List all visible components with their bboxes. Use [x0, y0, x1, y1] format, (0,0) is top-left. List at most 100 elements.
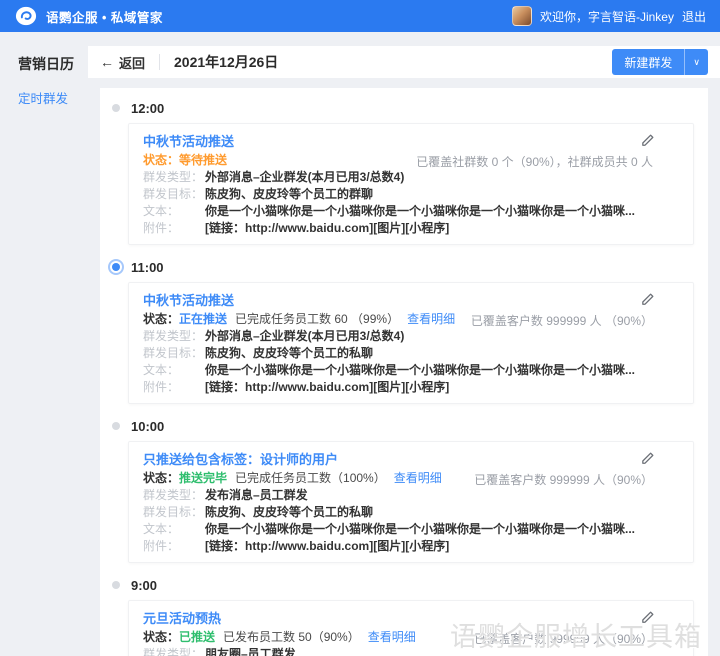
toolbar-divider [159, 54, 160, 70]
timeline-entry: 12:00 中秋节活动推送 状态：等待推送 已覆盖社群数 0 个（90%），社群… [100, 98, 708, 245]
detail-label: 附件： [143, 220, 205, 237]
timeline-dot-icon [112, 422, 120, 430]
bulk-send-card: 中秋节活动推送 状态：正在推送 已完成任务员工数 60 （99%） 查看明细 已… [128, 282, 694, 404]
edit-pencil-icon[interactable] [640, 133, 655, 148]
bulk-send-card: 元旦活动预热 状态：已推送 已发布员工数 50（90%） 查看明细 已覆盖客户数… [128, 600, 694, 656]
detail-row: 群发类型：外部消息–企业群发(本月已用3/总数4) [143, 169, 679, 186]
detail-value: 陈皮狗、皮皮玲等个员工的群聊 [205, 186, 373, 203]
status-value: 等待推送 [179, 153, 227, 167]
time-row: 11:00 [100, 257, 708, 277]
user-avatar[interactable] [512, 6, 532, 26]
detail-label: 附件： [143, 379, 205, 396]
detail-label: 群发目标： [143, 186, 205, 203]
detail-label: 群发类型： [143, 169, 205, 186]
detail-label: 群发目标： [143, 345, 205, 362]
logout-link[interactable]: 退出 [682, 8, 706, 25]
detail-value: 陈皮狗、皮皮玲等个员工的私聊 [205, 345, 373, 362]
detail-row: 群发目标：陈皮狗、皮皮玲等个员工的私聊 [143, 504, 679, 521]
detail-row: 群发类型：朋友圈–员工群发 [143, 646, 679, 656]
bulk-send-card: 中秋节活动推送 状态：等待推送 已覆盖社群数 0 个（90%），社群成员共 0 … [128, 123, 694, 245]
welcome-text: 欢迎你，字言智语-Jinkey [540, 8, 674, 25]
new-bulk-send-label: 新建群发 [612, 54, 684, 71]
status-label: 状态： [143, 471, 179, 485]
view-detail-link[interactable]: 查看明细 [394, 469, 442, 487]
detail-rows: 群发类型：朋友圈–员工群发群发目标：陈皮狗、皮皮玲等个员工带有标签重要客户、已成… [143, 646, 679, 656]
detail-value: 发布消息–员工群发 [205, 487, 308, 504]
back-arrow-icon: ← [100, 55, 114, 69]
bulk-send-card: 只推送给包含标签：设计师的用户 状态：推送完毕 已完成任务员工数（100%） 查… [128, 441, 694, 563]
time-label: 10:00 [131, 419, 164, 434]
detail-label: 文本： [143, 521, 205, 538]
detail-label: 群发类型： [143, 646, 205, 656]
status-extra: 已完成任务员工数 60 （99%） [235, 310, 399, 328]
detail-value: 你是一个小猫咪你是一个小猫咪你是一个小猫咪你是一个小猫咪你是一个小猫咪... [205, 203, 635, 220]
card-title-link[interactable]: 中秋节活动推送 [143, 291, 679, 310]
detail-value: 陈皮狗、皮皮玲等个员工的私聊 [205, 504, 373, 521]
detail-value: 朋友圈–员工群发 [205, 646, 296, 656]
view-detail-link[interactable]: 查看明细 [407, 310, 455, 328]
timeline: 12:00 中秋节活动推送 状态：等待推送 已覆盖社群数 0 个（90%），社群… [100, 88, 708, 656]
timeline-dot-icon [112, 581, 120, 589]
timeline-entry: 9:00 元旦活动预热 状态：已推送 已发布员工数 50（90%） 查看明细 已… [100, 575, 708, 656]
detail-label: 附件： [143, 538, 205, 555]
status-extra: 已发布员工数 50（90%） [223, 628, 360, 646]
card-title-link[interactable]: 只推送给包含标签：设计师的用户 [143, 450, 679, 469]
status-label: 状态： [143, 312, 179, 326]
status-label: 状态： [143, 153, 179, 167]
detail-value: 你是一个小猫咪你是一个小猫咪你是一个小猫咪你是一个小猫咪你是一个小猫咪... [205, 362, 635, 379]
brand-name: 语鹦企服 • 私域管家 [46, 7, 163, 26]
detail-value: [链接：http://www.baidu.com][图片][小程序] [205, 220, 449, 237]
time-row: 10:00 [100, 416, 708, 436]
detail-row: 群发目标：陈皮狗、皮皮玲等个员工的群聊 [143, 186, 679, 203]
sidebar-title: 营销日历 [0, 32, 100, 74]
detail-row: 文本：你是一个小猫咪你是一个小猫咪你是一个小猫咪你是一个小猫咪你是一个小猫咪..… [143, 521, 679, 538]
coverage-stat: 已覆盖社群数 0 个（90%），社群成员共 0 人 [416, 153, 653, 170]
coverage-stat: 已覆盖客户数 999999 人（90%） [474, 471, 653, 488]
status-value: 正在推送 [179, 312, 227, 326]
detail-value: [链接：http://www.baidu.com][图片][小程序] [205, 538, 449, 555]
detail-value: 你是一个小猫咪你是一个小猫咪你是一个小猫咪你是一个小猫咪你是一个小猫咪... [205, 521, 635, 538]
time-label: 12:00 [131, 101, 164, 116]
detail-row: 群发类型：外部消息–企业群发(本月已用3/总数4) [143, 328, 679, 345]
timeline-entry: 10:00 只推送给包含标签：设计师的用户 状态：推送完毕 已完成任务员工数（1… [100, 416, 708, 563]
status-value: 推送完毕 [179, 471, 227, 485]
edit-pencil-icon[interactable] [640, 451, 655, 466]
timeline-dot-icon [112, 263, 120, 271]
detail-row: 文本：你是一个小猫咪你是一个小猫咪你是一个小猫咪你是一个小猫咪你是一个小猫咪..… [143, 362, 679, 379]
detail-row: 附件：[链接：http://www.baidu.com][图片][小程序] [143, 220, 679, 237]
status-extra: 已完成任务员工数（100%） [235, 469, 386, 487]
detail-label: 文本： [143, 362, 205, 379]
app-header: 语鹦企服 • 私域管家 欢迎你，字言智语-Jinkey 退出 [0, 0, 720, 32]
sidebar: 营销日历 定时群发 [0, 32, 100, 656]
detail-row: 群发目标：陈皮狗、皮皮玲等个员工的私聊 [143, 345, 679, 362]
card-title-link[interactable]: 中秋节活动推送 [143, 132, 679, 151]
parrot-logo-icon [14, 5, 38, 27]
edit-pencil-icon[interactable] [640, 292, 655, 307]
chevron-down-icon[interactable]: ∨ [685, 57, 708, 68]
detail-rows: 群发类型：外部消息–企业群发(本月已用3/总数4)群发目标：陈皮狗、皮皮玲等个员… [143, 328, 679, 396]
card-title-link[interactable]: 元旦活动预热 [143, 609, 679, 628]
view-detail-link[interactable]: 查看明细 [368, 628, 416, 646]
date-title: 2021年12月26日 [174, 52, 278, 72]
status-label: 状态： [143, 630, 179, 644]
sidebar-item-scheduled-bulk[interactable]: 定时群发 [0, 74, 100, 107]
detail-value: [链接：http://www.baidu.com][图片][小程序] [205, 379, 449, 396]
detail-row: 附件：[链接：http://www.baidu.com][图片][小程序] [143, 379, 679, 396]
back-button[interactable]: ← 返回 [100, 53, 145, 72]
detail-label: 群发类型： [143, 487, 205, 504]
calendar-panel: 12:00 中秋节活动推送 状态：等待推送 已覆盖社群数 0 个（90%），社群… [100, 88, 708, 656]
brand: 语鹦企服 • 私域管家 [14, 5, 163, 27]
new-bulk-send-button[interactable]: 新建群发 ∨ [612, 49, 708, 75]
user-area: 欢迎你，字言智语-Jinkey 退出 [512, 6, 706, 26]
status-value: 已推送 [179, 630, 215, 644]
detail-rows: 群发类型：发布消息–员工群发群发目标：陈皮狗、皮皮玲等个员工的私聊文本：你是一个… [143, 487, 679, 555]
detail-value: 外部消息–企业群发(本月已用3/总数4) [205, 328, 404, 345]
detail-row: 附件：[链接：http://www.baidu.com][图片][小程序] [143, 538, 679, 555]
coverage-stat: 已覆盖客户数 999999 人 （90%） [471, 312, 653, 329]
detail-label: 群发类型： [143, 328, 205, 345]
detail-label: 文本： [143, 203, 205, 220]
edit-pencil-icon[interactable] [640, 610, 655, 625]
time-label: 11:00 [131, 260, 164, 275]
coverage-stat: 已覆盖客户数 999999 人（90%） [474, 630, 653, 647]
detail-row: 文本：你是一个小猫咪你是一个小猫咪你是一个小猫咪你是一个小猫咪你是一个小猫咪..… [143, 203, 679, 220]
